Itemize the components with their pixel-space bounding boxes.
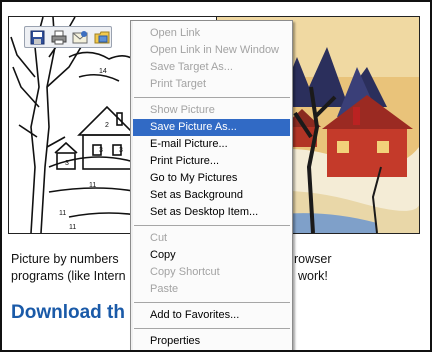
my-pictures-button[interactable] xyxy=(93,28,112,46)
image-toolbar xyxy=(24,26,112,48)
menu-item-paste[interactable]: Paste xyxy=(133,281,290,298)
paragraph-line1-left: Picture by numbers xyxy=(11,252,119,266)
email-icon xyxy=(72,30,88,43)
menu-separator xyxy=(134,328,290,329)
menu-item-cut[interactable]: Cut xyxy=(133,230,290,247)
menu-item-open-link[interactable]: Open Link xyxy=(133,25,290,42)
menu-item-e-mail-picture[interactable]: E-mail Picture... xyxy=(133,136,290,153)
email-picture-button[interactable] xyxy=(71,28,90,46)
paragraph-line1-right: rowser xyxy=(294,252,332,266)
menu-item-go-to-my-pictures[interactable]: Go to My Pictures xyxy=(133,170,290,187)
paragraph-line2-right: work! xyxy=(298,269,328,283)
svg-text:11: 11 xyxy=(59,210,66,217)
svg-text:11: 11 xyxy=(89,182,96,189)
svg-text:3: 3 xyxy=(65,160,69,167)
download-heading-link[interactable]: Download th xyxy=(11,302,125,324)
browser-page: 3 3 3 2 11 11 11 14 15 11 xyxy=(0,0,432,352)
menu-separator xyxy=(134,97,290,98)
context-menu: Open Link Open Link in New Window Save Tar… xyxy=(130,20,293,350)
menu-item-print-target[interactable]: Print Target xyxy=(133,76,290,93)
menu-item-show-picture[interactable]: Show Picture xyxy=(133,102,290,119)
menu-item-set-as-background[interactable]: Set as Background xyxy=(133,187,290,204)
save-icon xyxy=(30,30,45,44)
svg-text:3: 3 xyxy=(119,147,123,154)
svg-text:3: 3 xyxy=(99,147,103,154)
paragraph-line2-left: programs (like Intern xyxy=(11,269,126,283)
menu-item-copy-shortcut[interactable]: Copy Shortcut xyxy=(133,264,290,281)
menu-item-properties[interactable]: Properties xyxy=(133,333,290,350)
save-picture-button[interactable] xyxy=(28,28,47,46)
print-icon xyxy=(51,30,67,44)
menu-item-set-as-desktop-item[interactable]: Set as Desktop Item... xyxy=(133,204,290,221)
svg-text:14: 14 xyxy=(99,68,107,75)
menu-separator xyxy=(134,302,290,303)
menu-item-save-picture-as[interactable]: Save Picture As... xyxy=(133,119,290,136)
menu-item-open-link-in-new-window[interactable]: Open Link in New Window xyxy=(133,42,290,59)
svg-text:11: 11 xyxy=(69,224,76,231)
my-pictures-icon xyxy=(94,31,110,43)
print-picture-button[interactable] xyxy=(50,28,69,46)
menu-item-print-picture[interactable]: Print Picture... xyxy=(133,153,290,170)
svg-text:2: 2 xyxy=(105,122,109,129)
menu-item-add-to-favorites[interactable]: Add to Favorites... xyxy=(133,307,290,324)
menu-item-save-target-as[interactable]: Save Target As... xyxy=(133,59,290,76)
menu-item-copy[interactable]: Copy xyxy=(133,247,290,264)
menu-separator xyxy=(134,225,290,226)
